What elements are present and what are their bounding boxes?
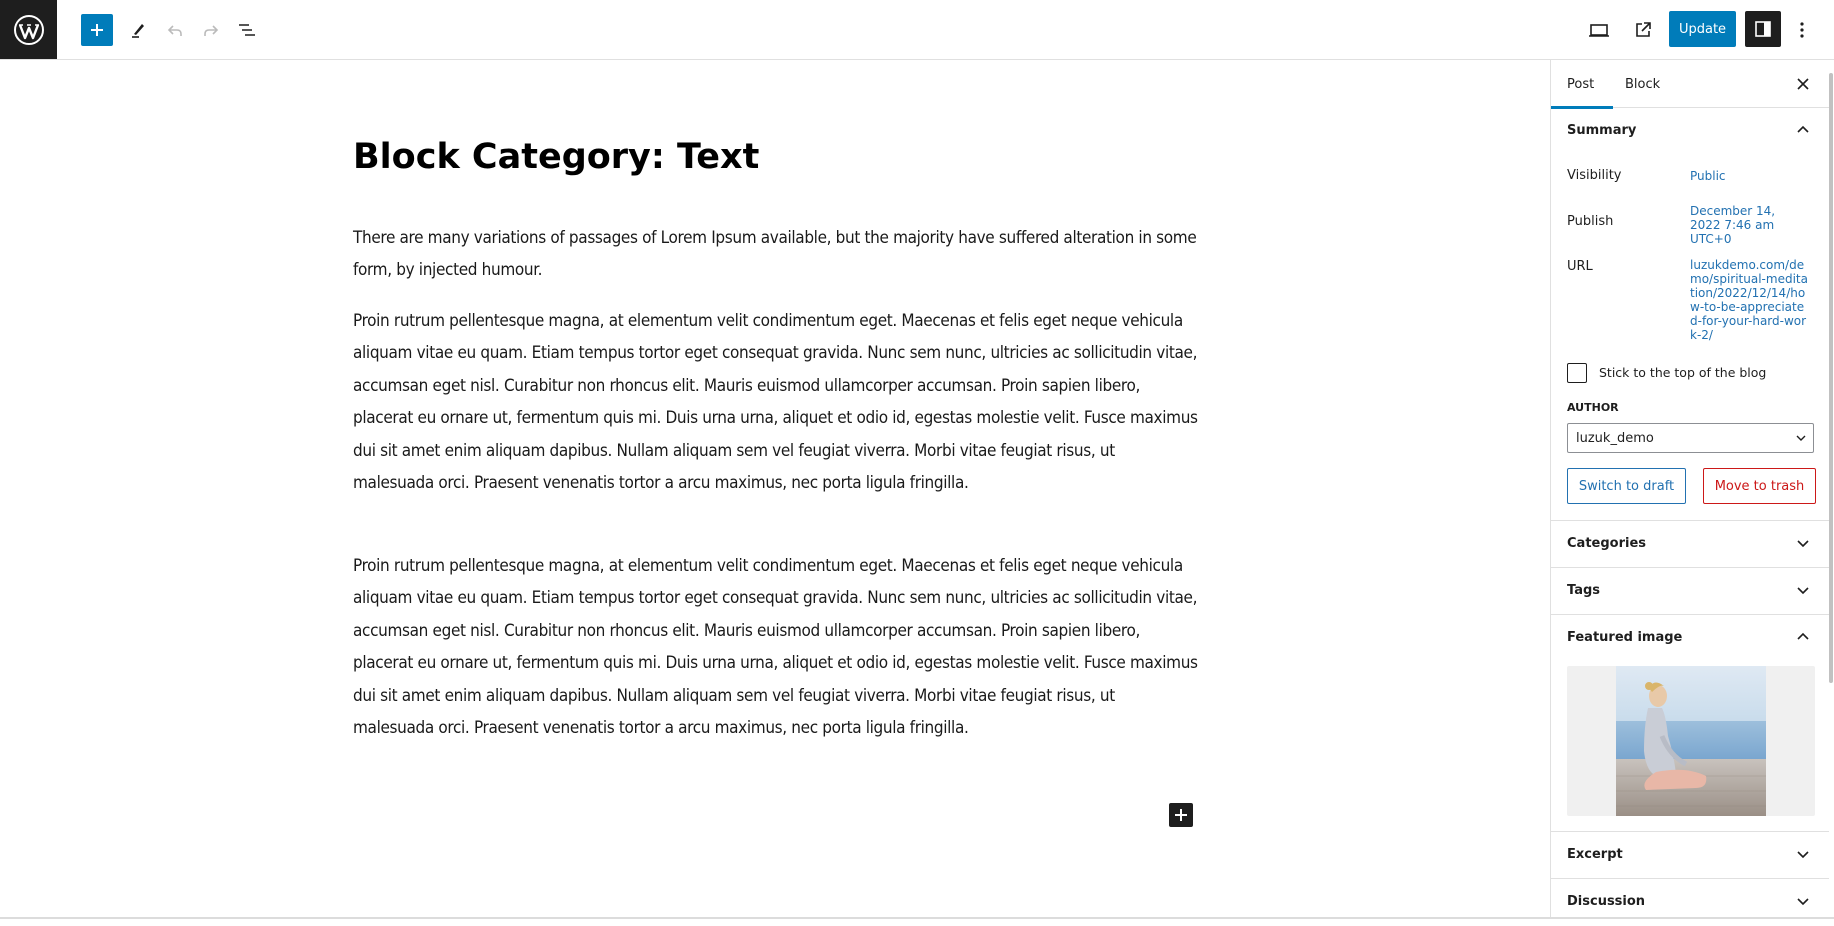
author-label: AUTHOR <box>1567 401 1619 414</box>
panel-discussion-toggle[interactable]: Discussion <box>1551 879 1829 917</box>
wordpress-logo-icon <box>13 14 44 45</box>
plus-icon <box>91 24 103 36</box>
view-button[interactable] <box>1583 14 1615 46</box>
url-label: URL <box>1567 259 1593 274</box>
pencil-icon <box>132 24 144 38</box>
publish-date-value[interactable]: December 14, 2022 7:46 am UTC+0 <box>1690 204 1790 246</box>
external-link-icon <box>1636 22 1651 37</box>
featured-image-button[interactable] <box>1567 666 1815 816</box>
chevron-down-icon <box>1796 435 1806 441</box>
chevron-up-icon <box>1797 632 1809 640</box>
chevron-down-icon <box>1797 898 1809 906</box>
chevron-down-icon <box>1797 587 1809 595</box>
chevron-down-icon <box>1797 540 1809 548</box>
tab-block[interactable]: Block <box>1625 60 1660 108</box>
author-select-value: luzuk_demo <box>1576 430 1654 446</box>
sidebar-scrollbar[interactable] <box>1829 73 1833 683</box>
panel-summary-title: Summary <box>1567 123 1637 138</box>
view-post-button[interactable] <box>1627 14 1659 46</box>
url-value[interactable]: luzukdemo.com/demo/spiritual-meditation/… <box>1690 258 1808 342</box>
list-view-icon <box>239 24 255 36</box>
paragraph-block[interactable]: Proin rutrum pellentesque magna, at elem… <box>353 305 1198 499</box>
more-vertical-icon <box>1800 22 1804 38</box>
panel-featured-image-toggle[interactable]: Featured image <box>1551 615 1829 662</box>
panel-featured-image-title: Featured image <box>1567 630 1683 645</box>
editor-canvas: Block Category: Text There are many vari… <box>0 60 1550 917</box>
panel-tags-title: Tags <box>1567 583 1601 598</box>
plus-icon <box>1175 809 1187 821</box>
undo-icon <box>167 25 182 36</box>
move-to-trash-button[interactable]: Move to trash <box>1703 468 1816 504</box>
add-block-button[interactable] <box>1169 803 1193 827</box>
close-sidebar-button[interactable] <box>1791 72 1815 96</box>
close-icon <box>1797 78 1809 90</box>
stick-to-top-label: Stick to the top of the blog <box>1599 365 1767 380</box>
sidebar-toggle-icon <box>1755 21 1771 37</box>
panel-categories-title: Categories <box>1567 536 1647 551</box>
tools-button[interactable] <box>122 14 154 46</box>
visibility-label: Visibility <box>1567 168 1622 183</box>
settings-toggle-button[interactable] <box>1745 11 1781 47</box>
panel-discussion-title: Discussion <box>1567 894 1646 909</box>
settings-sidebar: Post Block Summary Visibility Public Pub… <box>1550 60 1834 917</box>
panel-tags-toggle[interactable]: Tags <box>1551 568 1829 615</box>
wordpress-logo-button[interactable] <box>0 0 57 59</box>
panel-excerpt-title: Excerpt <box>1567 847 1623 862</box>
panel-categories-toggle[interactable]: Categories <box>1551 521 1829 568</box>
panel-excerpt-toggle[interactable]: Excerpt <box>1551 832 1829 879</box>
editor-top-toolbar: Update <box>0 0 1834 60</box>
panel-summary-toggle[interactable]: Summary <box>1551 108 1829 155</box>
list-view-button[interactable] <box>231 14 263 46</box>
post-title[interactable]: Block Category: Text <box>353 137 759 177</box>
redo-button[interactable] <box>195 14 227 46</box>
bottom-border <box>0 917 1834 919</box>
paragraph-block[interactable]: There are many variations of passages of… <box>353 222 1198 287</box>
author-select[interactable]: luzuk_demo <box>1567 423 1814 453</box>
redo-icon <box>204 25 219 36</box>
paragraph-block[interactable]: Proin rutrum pellentesque magna, at elem… <box>353 550 1198 744</box>
tab-post[interactable]: Post <box>1551 60 1613 109</box>
block-inserter-button[interactable] <box>81 14 113 46</box>
undo-button[interactable] <box>159 14 191 46</box>
chevron-down-icon <box>1797 851 1809 859</box>
stick-to-top-checkbox[interactable] <box>1567 363 1587 383</box>
featured-image-thumbnail <box>1616 666 1766 816</box>
switch-to-draft-button[interactable]: Switch to draft <box>1567 468 1686 504</box>
chevron-up-icon <box>1797 125 1809 133</box>
sidebar-tabs: Post Block <box>1551 60 1829 109</box>
desktop-view-icon <box>1589 24 1609 37</box>
publish-label: Publish <box>1567 214 1614 229</box>
update-button[interactable]: Update <box>1669 11 1736 47</box>
options-button[interactable] <box>1786 14 1818 46</box>
visibility-value[interactable]: Public <box>1690 169 1810 183</box>
